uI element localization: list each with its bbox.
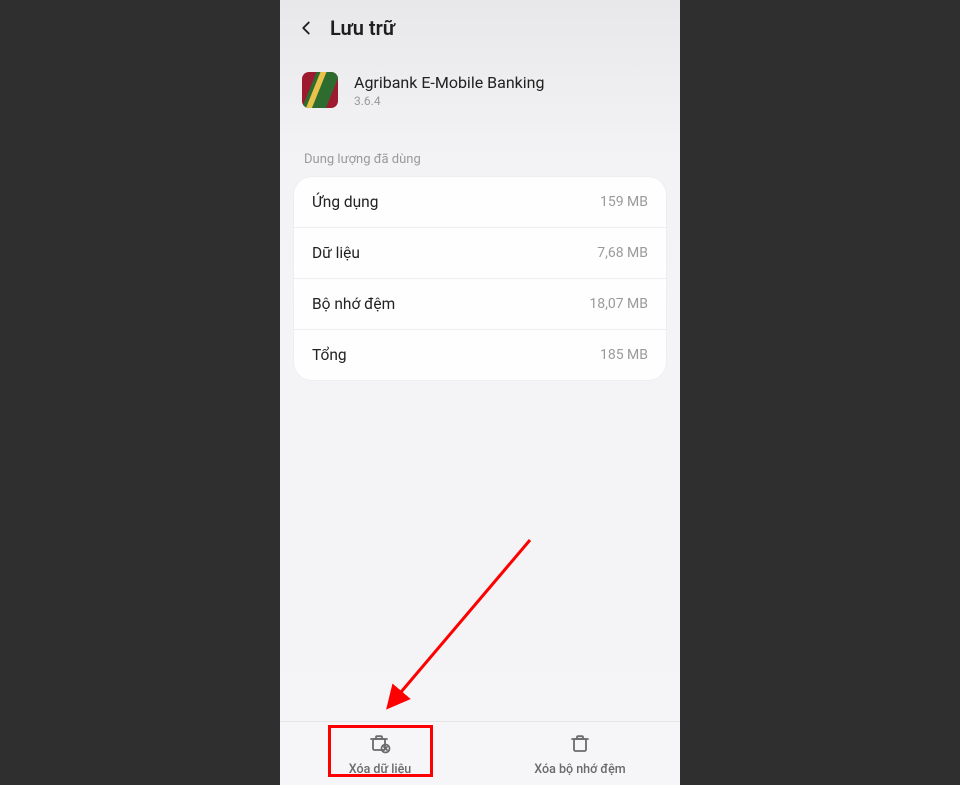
- row-label: Tổng: [312, 346, 347, 364]
- phone-frame: Lưu trữ Agribank E-Mobile Banking 3.6.4 …: [280, 0, 680, 785]
- trash-data-icon: [368, 731, 392, 759]
- back-icon[interactable]: [292, 14, 320, 42]
- row-value: 159 MB: [600, 194, 648, 210]
- app-info-row: Agribank E-Mobile Banking 3.6.4: [280, 52, 680, 118]
- row-value: 18,07 MB: [589, 296, 648, 312]
- storage-row-app: Ứng dụng 159 MB: [294, 177, 666, 228]
- header-bar: Lưu trữ: [280, 0, 680, 52]
- storage-row-total: Tổng 185 MB: [294, 330, 666, 380]
- bottom-action-bar: Xóa dữ liệu Xóa bộ nhớ đệm: [280, 721, 680, 785]
- page-title: Lưu trữ: [330, 16, 395, 40]
- app-version: 3.6.4: [354, 94, 545, 108]
- trash-cache-icon: [568, 731, 592, 759]
- annotation-arrow-icon: [370, 530, 550, 730]
- section-label-used-space: Dung lượng đã dùng: [280, 118, 680, 177]
- app-name: Agribank E-Mobile Banking: [354, 73, 545, 92]
- row-label: Dữ liệu: [312, 244, 360, 262]
- clear-cache-label: Xóa bộ nhớ đệm: [534, 762, 625, 777]
- row-value: 7,68 MB: [597, 245, 648, 261]
- row-label: Bộ nhớ đệm: [312, 295, 395, 313]
- row-value: 185 MB: [600, 347, 648, 363]
- clear-data-button[interactable]: Xóa dữ liệu: [280, 722, 480, 785]
- clear-data-label: Xóa dữ liệu: [349, 762, 412, 777]
- app-icon: [302, 72, 338, 108]
- storage-row-cache: Bộ nhớ đệm 18,07 MB: [294, 279, 666, 330]
- storage-row-data: Dữ liệu 7,68 MB: [294, 228, 666, 279]
- row-label: Ứng dụng: [312, 193, 378, 211]
- storage-card: Ứng dụng 159 MB Dữ liệu 7,68 MB Bộ nhớ đ…: [294, 177, 666, 380]
- clear-cache-button[interactable]: Xóa bộ nhớ đệm: [480, 722, 680, 785]
